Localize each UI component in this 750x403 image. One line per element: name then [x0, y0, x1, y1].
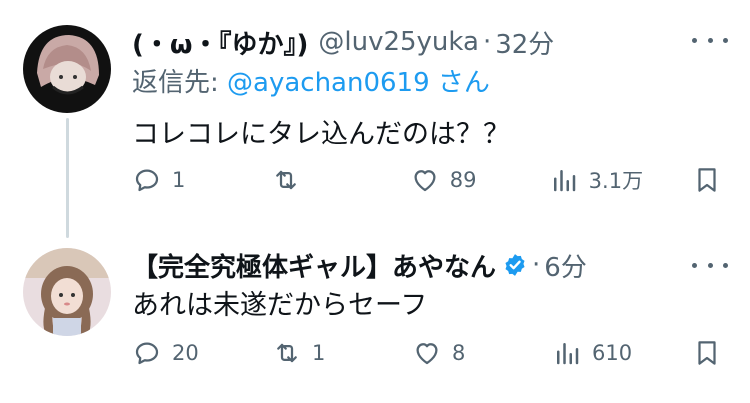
- separator-dot: ·: [532, 250, 541, 280]
- reply-to-label: 返信先:: [132, 68, 228, 98]
- views-icon: [553, 170, 575, 192]
- like-icon: [416, 343, 438, 365]
- retweet-icon: [276, 170, 296, 190]
- more-icon[interactable]: [692, 255, 728, 275]
- view-count: 610: [592, 341, 633, 365]
- reply-to-suffix: さん: [429, 68, 490, 98]
- like-icon: [414, 170, 436, 192]
- tweet-text: あれは未遂だからセーフ: [132, 290, 428, 321]
- action-bar: 20 1 8 610: [132, 333, 722, 373]
- timestamp[interactable]: 6分: [544, 247, 587, 284]
- display-name[interactable]: 【完全究極体ギャル】あやなん: [132, 247, 496, 284]
- separator-dot: ·: [482, 27, 492, 57]
- more-icon[interactable]: [692, 30, 728, 50]
- views-icon: [557, 343, 579, 365]
- reply-to: 返信先: @ayachan0619 さん: [132, 62, 490, 99]
- like-count: 89: [449, 168, 477, 192]
- action-bar: 1 89 3.1万: [132, 160, 722, 200]
- reply-button[interactable]: 20: [132, 338, 222, 368]
- views-button[interactable]: 3.1万: [549, 165, 643, 195]
- avatar[interactable]: [23, 25, 111, 113]
- retweet-icon: [277, 343, 297, 363]
- reply-button[interactable]: 1: [132, 165, 222, 195]
- like-count: 8: [452, 341, 466, 365]
- retweet-button[interactable]: [271, 165, 361, 195]
- verified-icon: [502, 252, 528, 278]
- tweet-header: (・ω・『ゆか』) @luv25yuka · 32分: [132, 22, 730, 62]
- bookmark-icon: [698, 341, 716, 365]
- user-handle[interactable]: @luv25yuka: [318, 27, 479, 57]
- tweet[interactable]: 【完全究極体ギャル】あやなん · 6分 あれは未遂だからセーフ 20 1 8 6…: [0, 235, 750, 403]
- avatar[interactable]: [23, 248, 111, 336]
- retweet-count: 1: [312, 341, 326, 365]
- retweet-button[interactable]: 1: [272, 338, 362, 368]
- tweet-text: コレコレにタレ込んだのは？？: [132, 119, 510, 150]
- timestamp[interactable]: 32分: [495, 24, 554, 61]
- reply-mention-link[interactable]: @ayachan0619: [227, 68, 430, 98]
- bookmark-icon: [698, 168, 716, 192]
- reply-count: 20: [172, 341, 199, 365]
- bookmark-button[interactable]: [692, 338, 722, 368]
- bookmark-button[interactable]: [692, 165, 722, 195]
- view-count: 3.1万: [588, 169, 644, 193]
- display-name[interactable]: (・ω・『ゆか』): [132, 24, 308, 61]
- reply-count: 1: [172, 168, 186, 192]
- tweet[interactable]: (・ω・『ゆか』) @luv25yuka · 32分 返信先: @ayachan…: [0, 0, 750, 235]
- like-button[interactable]: 8: [412, 338, 502, 368]
- tweet-header: 【完全究極体ギャル】あやなん · 6分: [132, 245, 730, 285]
- views-button[interactable]: 610: [552, 338, 642, 368]
- reply-icon: [135, 342, 159, 365]
- reply-icon: [135, 169, 159, 192]
- like-button[interactable]: 89: [410, 165, 500, 195]
